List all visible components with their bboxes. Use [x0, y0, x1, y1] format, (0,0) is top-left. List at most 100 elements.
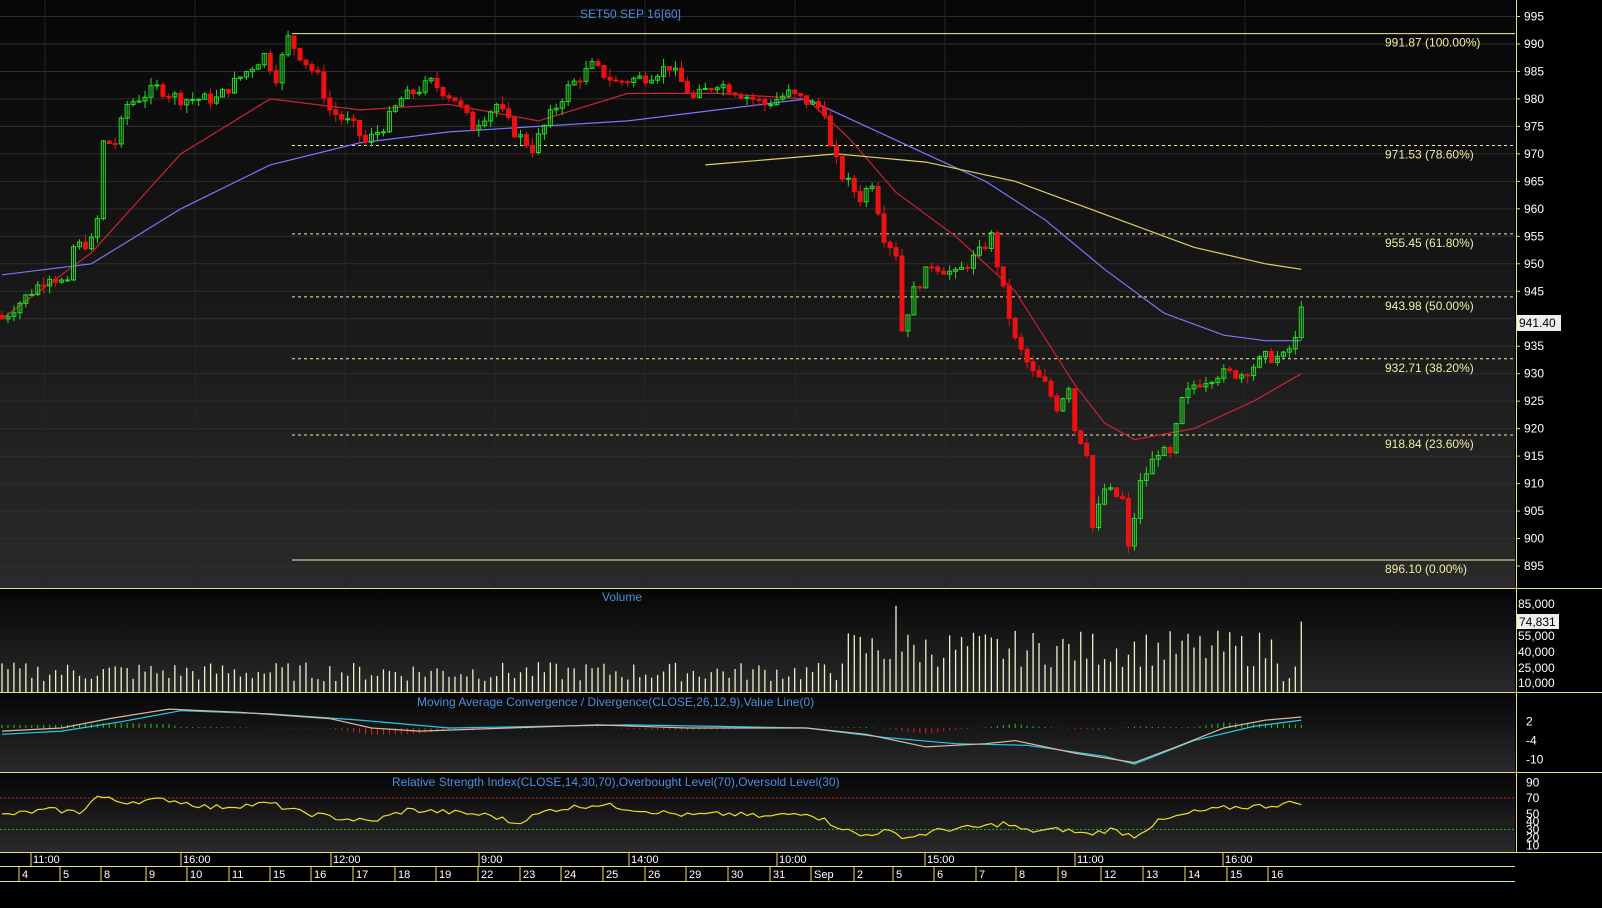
candle-body — [208, 93, 214, 104]
price-tick-label: 920 — [1524, 422, 1544, 436]
candle-body — [738, 94, 744, 99]
last-volume-label: 74,831 — [1519, 615, 1556, 629]
time-tick-label: 11:00 — [33, 854, 60, 866]
candle-body — [851, 177, 857, 193]
candle-body — [917, 286, 923, 289]
date-tick-label: 17 — [356, 869, 368, 881]
macd-tick-label: 2 — [1526, 715, 1533, 729]
volume-tick-label: 55,000 — [1518, 629, 1555, 643]
candle-body — [523, 134, 529, 147]
price-tick-label: 900 — [1524, 532, 1544, 546]
candle-body — [65, 279, 71, 282]
time-tick-label: 16:00 — [1225, 854, 1253, 866]
candle-body — [613, 79, 619, 82]
candle-body — [1233, 369, 1239, 379]
candle-body — [1054, 395, 1060, 412]
candle-body — [273, 70, 279, 84]
candle-body — [798, 92, 804, 97]
date-tick-label: 16 — [1271, 869, 1283, 881]
time-tick-label: 9:00 — [481, 854, 502, 866]
date-tick-label: 26 — [648, 869, 660, 881]
volume-tick-label: 40,000 — [1518, 645, 1555, 659]
volume-tick-label: 25,000 — [1518, 661, 1555, 675]
fib-level-label: 971.53 (78.60%) — [1385, 147, 1474, 161]
candle-body — [82, 241, 88, 250]
volume-axis[interactable]: 85,000 55,000 40,000 25,00010,000 — [1518, 597, 1555, 690]
date-tick-label: Sep — [814, 869, 834, 881]
candle-body — [333, 109, 339, 116]
candle-body — [857, 191, 863, 203]
candle-body — [678, 67, 684, 83]
candle-body — [321, 71, 327, 99]
last-price-label: 941.40 — [1519, 316, 1556, 330]
candle-body — [821, 106, 827, 117]
candle-body — [363, 134, 369, 143]
candle-body — [303, 59, 309, 66]
price-tick-label: 930 — [1524, 367, 1544, 381]
chart-area[interactable]: 991.87 (100.00%) 971.53 (78.60%) 955.45 (6… — [0, 0, 1602, 903]
price-tick-label: 985 — [1524, 64, 1544, 78]
date-tick-label: 4 — [22, 869, 28, 881]
candle-body — [1245, 374, 1251, 377]
candle-body — [297, 47, 303, 61]
price-tick-label: 895 — [1524, 559, 1544, 573]
candle-body — [190, 98, 196, 101]
candle-body — [178, 92, 184, 106]
price-tick-label: 965 — [1524, 174, 1544, 188]
candle-body — [1197, 384, 1203, 388]
price-tick-label: 980 — [1524, 92, 1544, 106]
candle-body — [1036, 370, 1042, 378]
time-axis[interactable]: 11:00 16:00 12:00 9:00 14:00 10:00 15:00 11:00 1… — [0, 853, 1602, 903]
macd-axis[interactable]: 2 -4 -10 — [1526, 715, 1544, 767]
trading-chart[interactable]: 991.87 (100.00%) 971.53 (78.60%) 955.45 (6… — [0, 0, 1602, 903]
price-pane[interactable] — [0, 0, 1515, 588]
price-tick-label: 990 — [1524, 37, 1544, 51]
candle-body — [1084, 443, 1090, 457]
candle-body — [464, 104, 470, 113]
price-axis[interactable]: 995 990 985 980 975 970 965 960 955 950 945 935 930 9… — [1516, 9, 1544, 573]
fib-level-label: 955.45 (61.80%) — [1385, 236, 1474, 250]
date-tick-label: 24 — [564, 869, 576, 881]
candle-body — [845, 177, 851, 180]
candle-body — [756, 98, 762, 101]
date-tick-label: 22 — [481, 869, 493, 881]
candle-body — [339, 114, 345, 120]
fib-level-label: 918.84 (23.60%) — [1385, 437, 1474, 451]
price-tick-label: 950 — [1524, 257, 1544, 271]
candle-body — [160, 84, 166, 97]
candle-body — [1227, 368, 1233, 371]
date-tick-label: 15 — [1230, 869, 1242, 881]
price-tick-label: 925 — [1524, 394, 1544, 408]
candle-body — [1000, 266, 1006, 287]
price-tick-label: 910 — [1524, 477, 1544, 491]
price-tick-label: 915 — [1524, 449, 1544, 463]
candle-body — [506, 108, 512, 118]
price-tick-label: 955 — [1524, 229, 1544, 243]
candle-body — [732, 92, 738, 96]
date-tick-label: 12 — [1104, 869, 1116, 881]
date-tick-label: 19 — [439, 869, 451, 881]
candle-body — [53, 278, 59, 283]
date-tick-label: 18 — [398, 869, 410, 881]
rsi-axis[interactable]: 90705040302010 — [1526, 775, 1540, 852]
candle-body — [380, 131, 386, 134]
candle-body — [965, 266, 971, 269]
candle-body — [827, 115, 833, 147]
candle-body — [667, 66, 673, 71]
candle-body — [1018, 337, 1024, 350]
candle-body — [351, 118, 357, 121]
candle-body — [106, 140, 112, 144]
candle-body — [893, 247, 899, 257]
date-tick-label: 2 — [857, 869, 863, 881]
candle-body — [291, 35, 297, 49]
time-tick-label: 14:00 — [631, 854, 659, 866]
volume-pane[interactable] — [0, 590, 1515, 692]
candle-body — [1072, 388, 1078, 432]
volume-title: Volume — [602, 590, 642, 604]
candle-body — [994, 232, 1000, 268]
date-tick-label: 16 — [314, 869, 326, 881]
macd-tick-label: -10 — [1526, 752, 1544, 766]
candle-body — [726, 84, 732, 94]
price-tick-label: 960 — [1524, 202, 1544, 216]
rsi-tick-label: 90 — [1526, 775, 1540, 789]
